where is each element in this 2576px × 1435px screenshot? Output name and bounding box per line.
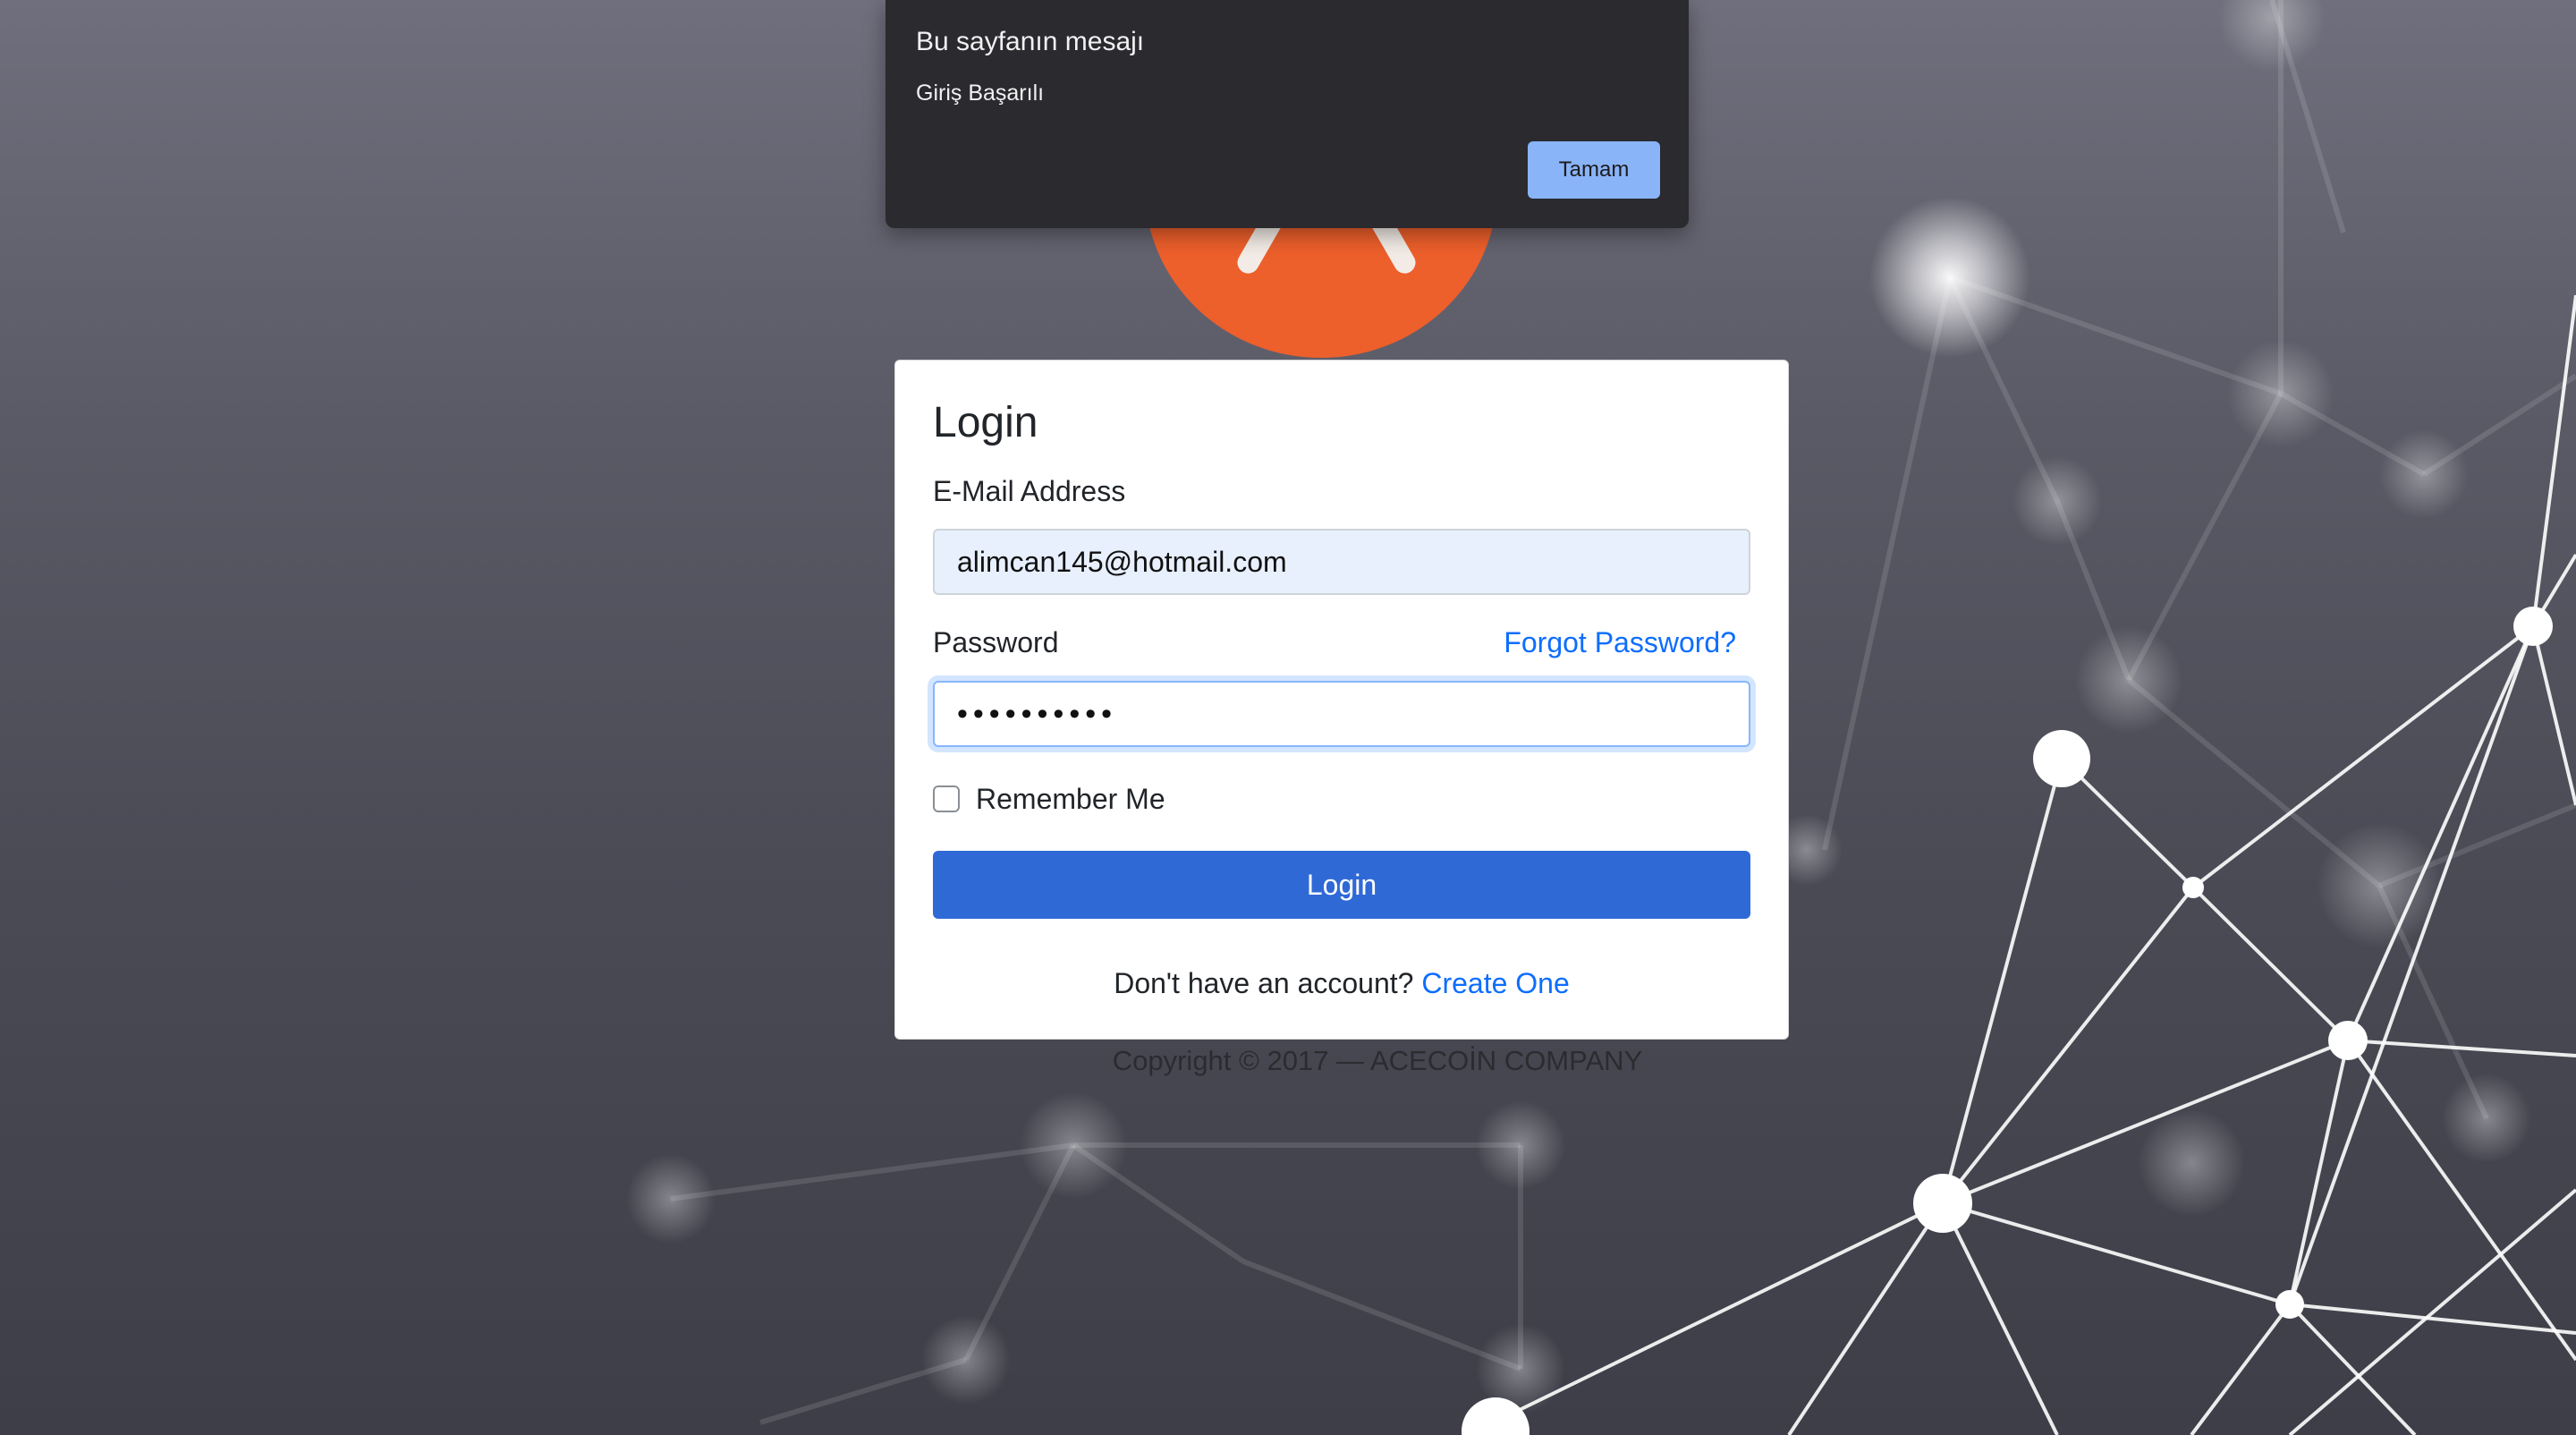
signup-row: Don't have an account? Create One	[895, 967, 1788, 1000]
signup-prompt: Don't have an account?	[1114, 967, 1414, 999]
create-account-link[interactable]: Create One	[1421, 967, 1569, 999]
dialog-ok-label: Tamam	[1558, 157, 1630, 182]
login-button-label: Login	[1306, 868, 1377, 901]
login-page: Login E-Mail Address alimcan145@hotmail.…	[0, 0, 2576, 1435]
login-card: Login E-Mail Address alimcan145@hotmail.…	[894, 360, 1789, 1040]
remember-me-label[interactable]: Remember Me	[976, 783, 1165, 816]
email-value: alimcan145@hotmail.com	[957, 545, 1287, 578]
password-field[interactable]: ••••••••••	[933, 681, 1750, 747]
dialog-ok-button[interactable]: Tamam	[1528, 141, 1660, 199]
copyright-text: Copyright © 2017 — ACECOİN COMPANY	[1112, 1045, 1643, 1076]
password-mask: ••••••••••	[957, 696, 1118, 731]
password-label: Password	[933, 626, 1059, 658]
email-field[interactable]: alimcan145@hotmail.com	[933, 529, 1750, 595]
dialog-message: Giriş Başarılı	[916, 81, 1045, 106]
alert-dialog: Bu sayfanın mesajı Giriş Başarılı Tamam	[886, 0, 1689, 228]
login-title: Login	[933, 399, 1038, 446]
dialog-title: Bu sayfanın mesajı	[916, 27, 1145, 56]
email-label: E-Mail Address	[933, 475, 1126, 507]
remember-me-checkbox[interactable]	[933, 785, 960, 812]
forgot-password-link[interactable]: Forgot Password?	[1504, 626, 1736, 659]
login-button[interactable]: Login	[933, 851, 1750, 919]
